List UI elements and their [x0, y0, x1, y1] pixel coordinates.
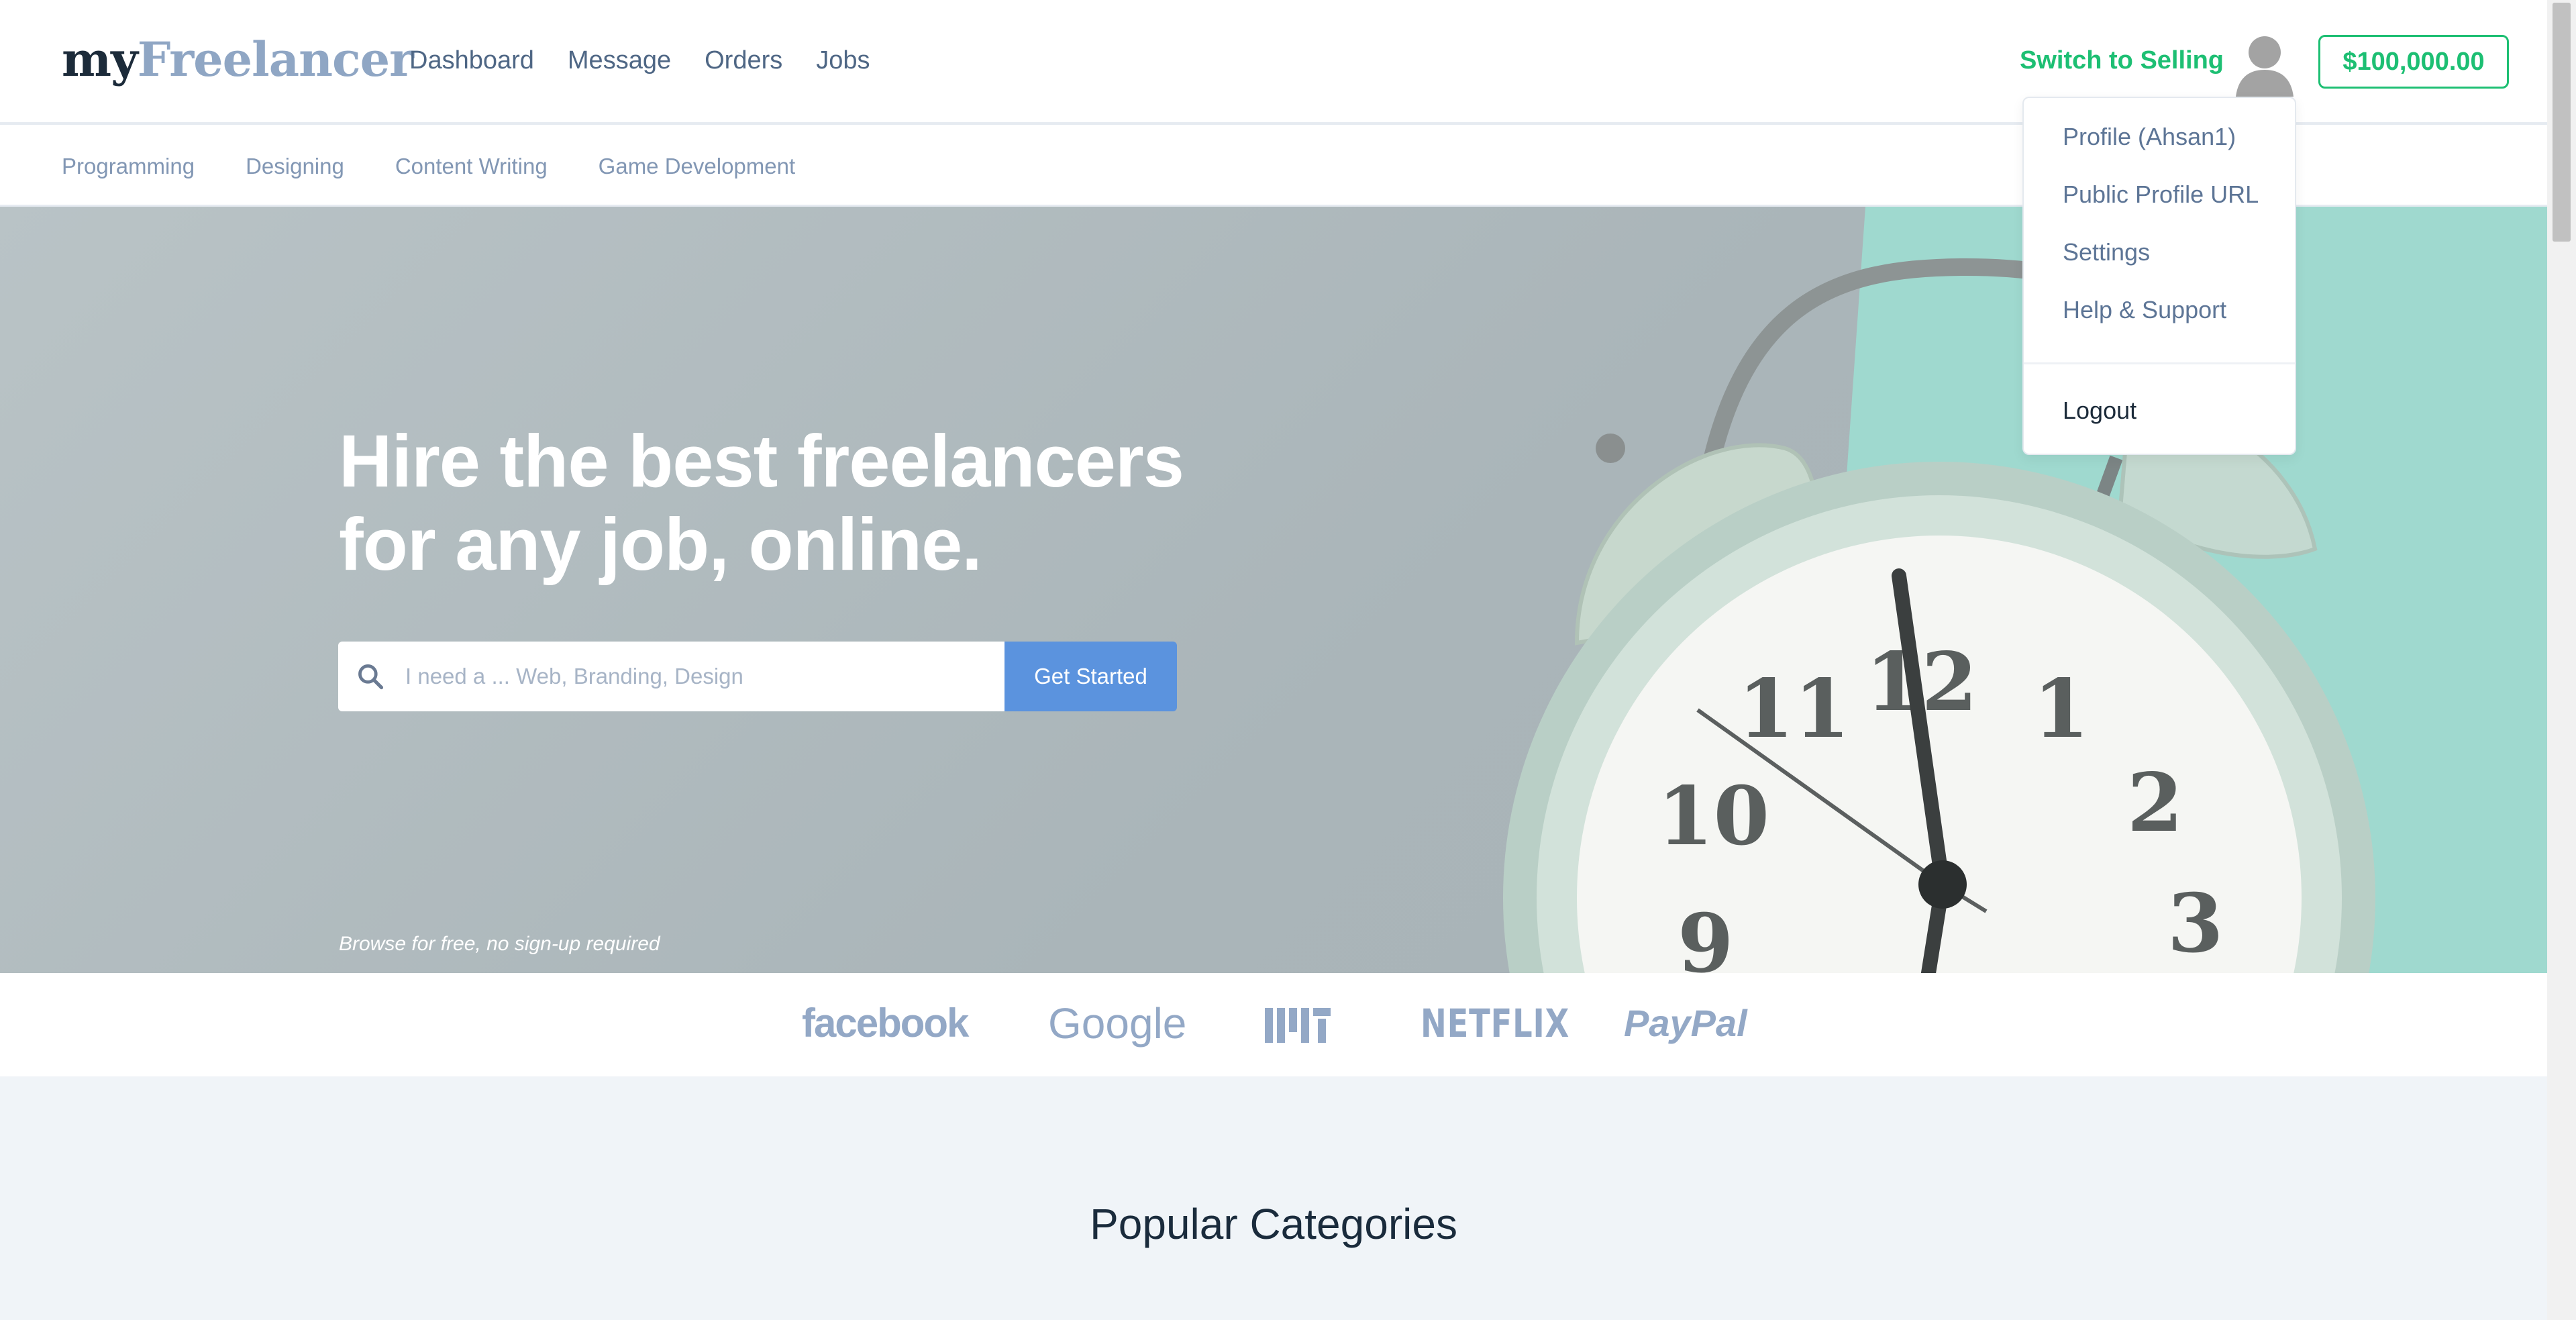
- facebook-logo: facebook: [802, 1001, 969, 1046]
- logo-part-my: my: [62, 32, 138, 87]
- page-scrollbar[interactable]: [2547, 0, 2576, 1320]
- browse-hint: Browse for free, no sign-up required: [339, 933, 660, 955]
- hero-search: Get Started: [338, 642, 1177, 711]
- nav-message[interactable]: Message: [568, 43, 671, 78]
- paypal-logo: PayPal: [1624, 1002, 1747, 1044]
- dropdown-profile[interactable]: Profile (Ahsan1): [2063, 121, 2236, 153]
- svg-text:2: 2: [2127, 756, 2183, 850]
- dropdown-divider: [2024, 362, 2295, 364]
- nav-orders[interactable]: Orders: [705, 43, 782, 78]
- svg-text:10: 10: [1657, 769, 1769, 864]
- scrollbar-thumb[interactable]: [2553, 3, 2571, 242]
- alarm-clock-image: 12 1 2 3 4 11 10 9: [1503, 258, 2375, 973]
- category-game-development[interactable]: Game Development: [599, 150, 795, 183]
- hero-title-line-2: for any job, online.: [339, 503, 982, 586]
- balance-button[interactable]: $100,000.00: [2318, 35, 2509, 89]
- brand-logos: facebook Google NETFLIX PayPal: [0, 973, 2547, 1076]
- dropdown-help-support[interactable]: Help & Support: [2063, 294, 2226, 326]
- profile-dropdown: Profile (Ahsan1) Public Profile URL Sett…: [2022, 97, 2296, 455]
- mit-logo: [1265, 1008, 1331, 1043]
- hero-title-line-1: Hire the best freelancers: [339, 420, 1184, 503]
- popular-categories-section: Popular Categories: [0, 1076, 2547, 1320]
- nav-jobs[interactable]: Jobs: [816, 43, 870, 78]
- avatar[interactable]: [2236, 32, 2294, 97]
- user-silhouette-icon: [2236, 36, 2294, 97]
- hero-title: Hire the best freelancers for any job, o…: [339, 420, 1278, 587]
- google-logo: Google: [1048, 999, 1187, 1048]
- category-programming[interactable]: Programming: [62, 150, 195, 183]
- get-started-button[interactable]: Get Started: [1004, 642, 1177, 711]
- category-designing[interactable]: Designing: [246, 150, 344, 183]
- nav-dashboard[interactable]: Dashboard: [409, 43, 534, 78]
- search-input[interactable]: [405, 642, 996, 711]
- main-nav: Dashboard Message Orders Jobs: [409, 43, 870, 78]
- category-content-writing[interactable]: Content Writing: [395, 150, 548, 183]
- search-icon: [358, 664, 384, 690]
- logo[interactable]: myFreelancer: [62, 30, 414, 90]
- svg-text:9: 9: [1678, 897, 1734, 973]
- popular-categories-title: Popular Categories: [1090, 1200, 1457, 1248]
- dropdown-public-profile-url[interactable]: Public Profile URL: [2063, 179, 2259, 211]
- logo-part-freelancer: Freelancer: [137, 32, 414, 87]
- search-field: [338, 642, 1004, 711]
- netflix-logo: NETFLIX: [1421, 1001, 1570, 1046]
- dropdown-logout[interactable]: Logout: [2063, 395, 2136, 427]
- switch-to-selling-link[interactable]: Switch to Selling: [2020, 43, 2224, 78]
- svg-text:3: 3: [2167, 876, 2224, 971]
- dropdown-settings[interactable]: Settings: [2063, 236, 2150, 268]
- svg-text:11: 11: [1738, 662, 1850, 756]
- svg-text:1: 1: [2033, 662, 2090, 756]
